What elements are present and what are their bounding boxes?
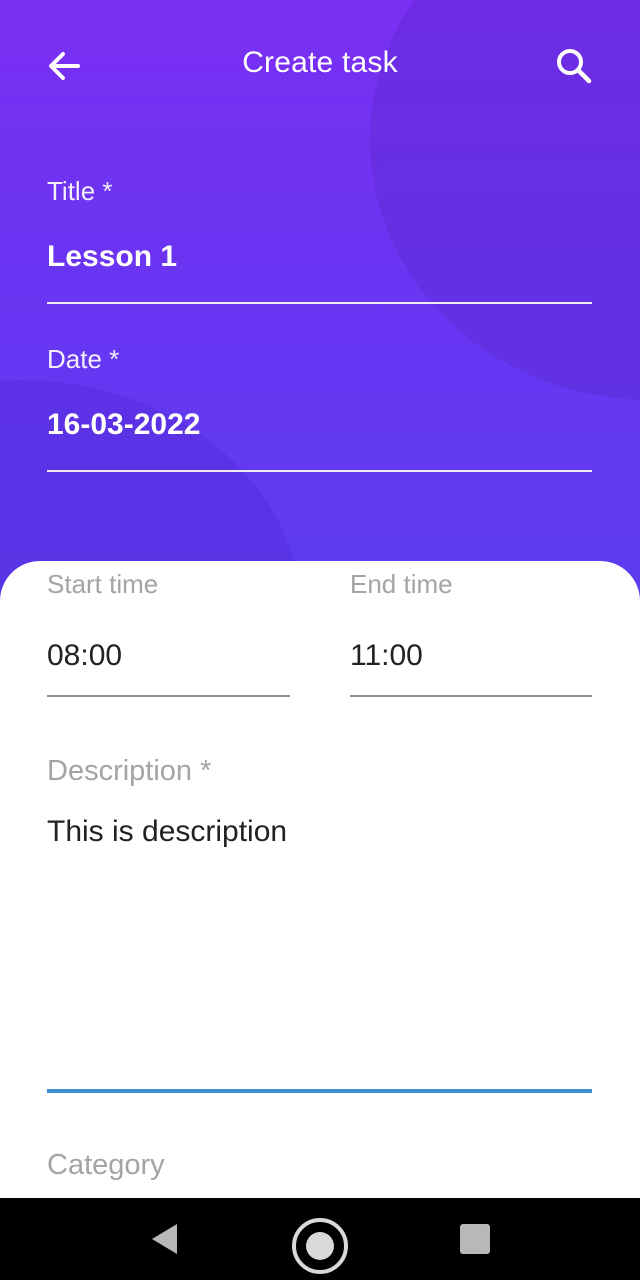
date-label: Date * — [47, 344, 120, 374]
title-field[interactable]: Title * Lesson 1 — [47, 176, 592, 306]
system-nav-bar — [0, 1198, 640, 1280]
description-field[interactable]: Description * This is description — [47, 753, 592, 1095]
title-underline — [47, 302, 592, 304]
description-underline-focused — [47, 1089, 592, 1093]
description-label: Description * — [47, 755, 212, 787]
category-label: Category — [47, 1149, 165, 1181]
app-bar: Create task — [0, 0, 640, 130]
description-value[interactable]: This is description — [47, 815, 287, 849]
title-value[interactable]: Lesson 1 — [47, 240, 177, 274]
search-icon — [557, 49, 592, 84]
end-time-field[interactable]: End time 11:00 — [350, 569, 592, 697]
date-underline — [47, 470, 592, 472]
nav-recents-button[interactable] — [450, 1214, 500, 1264]
date-field[interactable]: Date * 16-03-2022 — [47, 344, 592, 474]
form-sheet: Start time 08:00 End time 11:00 Descript… — [0, 561, 640, 1201]
start-time-label: Start time — [47, 569, 159, 599]
circle-home-icon — [292, 1218, 348, 1274]
page-title: Create task — [242, 46, 398, 79]
nav-back-button[interactable] — [140, 1214, 190, 1264]
end-time-value[interactable]: 11:00 — [350, 639, 423, 673]
search-button[interactable] — [546, 38, 602, 94]
title-label: Title * — [47, 176, 113, 206]
date-value[interactable]: 16-03-2022 — [47, 408, 200, 442]
nav-home-button[interactable] — [290, 1216, 350, 1276]
end-time-underline — [350, 695, 592, 697]
category-field[interactable]: Category — [47, 1149, 592, 1199]
triangle-back-icon — [152, 1224, 177, 1254]
start-time-value[interactable]: 08:00 — [47, 639, 122, 673]
square-recents-icon — [460, 1224, 490, 1254]
start-time-underline — [47, 695, 290, 697]
end-time-label: End time — [350, 569, 453, 599]
start-time-field[interactable]: Start time 08:00 — [47, 569, 290, 697]
